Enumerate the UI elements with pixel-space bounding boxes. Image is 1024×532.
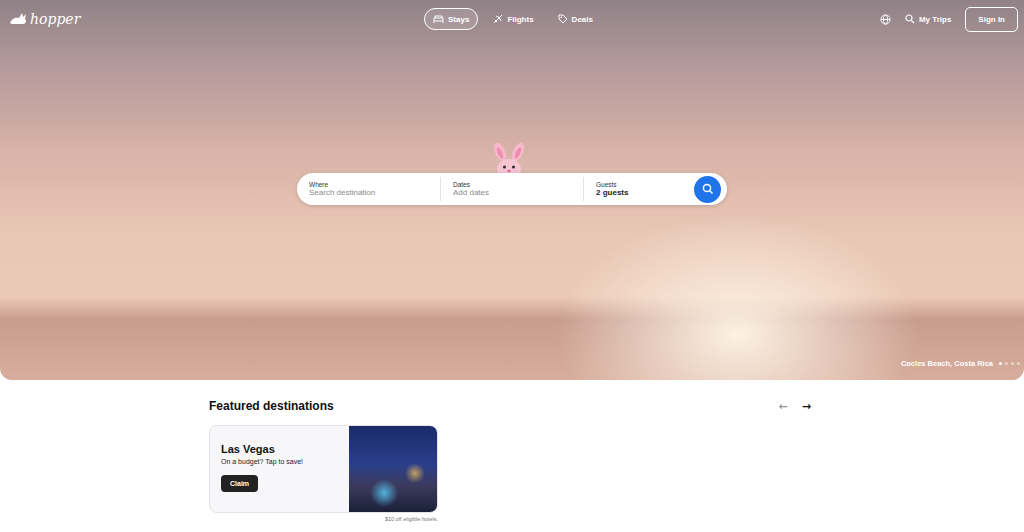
nav-tab[interactable]: Deals [549, 8, 602, 30]
bed-icon [433, 15, 444, 24]
sign-in-button[interactable]: Sign In [965, 7, 1018, 32]
hero: hopper Stays Flights Deals My Trips Sign… [0, 0, 1024, 380]
search-field[interactable]: Where Search destination [297, 177, 440, 201]
featured-header: Featured destinations ← → [209, 399, 815, 413]
globe-icon[interactable] [880, 14, 891, 25]
bunny-logo-icon [8, 12, 28, 26]
carousel-arrows: ← → [777, 400, 815, 413]
my-trips-link[interactable]: My Trips [905, 14, 951, 24]
search-icon [905, 14, 915, 24]
featured-destinations: Featured destinations ← → Las Vegas On a… [209, 380, 815, 522]
bunny-mascot-icon [487, 141, 531, 175]
nav-tabs: Stays Flights Deals [424, 8, 602, 30]
search-field[interactable]: Dates Add dates [440, 177, 583, 201]
claim-button[interactable]: Claim [221, 475, 258, 492]
nav-actions: My Trips Sign In [602, 7, 1018, 32]
search-button[interactable] [694, 176, 721, 203]
next-button[interactable]: → [800, 400, 813, 413]
search-row: Where Search destinationDates Add datesG… [0, 173, 1024, 205]
carousel-dots [999, 362, 1020, 365]
section-title: Featured destinations [209, 399, 334, 413]
tag-icon [558, 14, 568, 24]
carousel-dot[interactable] [999, 362, 1002, 365]
page: hopper Stays Flights Deals My Trips Sign… [0, 0, 1024, 532]
search-wrap: Where Search destinationDates Add datesG… [297, 173, 727, 205]
card-text: Las Vegas On a budget? Tap to save! Clai… [210, 426, 349, 512]
destination-card-wrap: Las Vegas On a budget? Tap to save! Clai… [209, 425, 438, 522]
search-bar: Where Search destinationDates Add datesG… [297, 173, 727, 205]
nav-tab[interactable]: Flights [484, 8, 542, 30]
destination-card[interactable]: Las Vegas On a budget? Tap to save! Clai… [209, 425, 438, 513]
carousel-dot[interactable] [1005, 362, 1008, 365]
carousel-dot[interactable] [1017, 362, 1020, 365]
card-note: $10 off eligible hotels. [209, 516, 438, 522]
carousel-dot[interactable] [1011, 362, 1014, 365]
search-icon [702, 183, 714, 195]
city-photo [349, 426, 437, 512]
photo-caption: Cocles Beach, Costa Rica [901, 359, 1020, 368]
search-field[interactable]: Guests 2 guests [583, 177, 694, 201]
plane-icon [493, 14, 503, 24]
prev-button[interactable]: ← [777, 400, 790, 413]
nav-tab[interactable]: Stays [424, 8, 478, 30]
top-nav: hopper Stays Flights Deals My Trips Sign… [0, 0, 1024, 38]
logo[interactable]: hopper [8, 11, 424, 27]
